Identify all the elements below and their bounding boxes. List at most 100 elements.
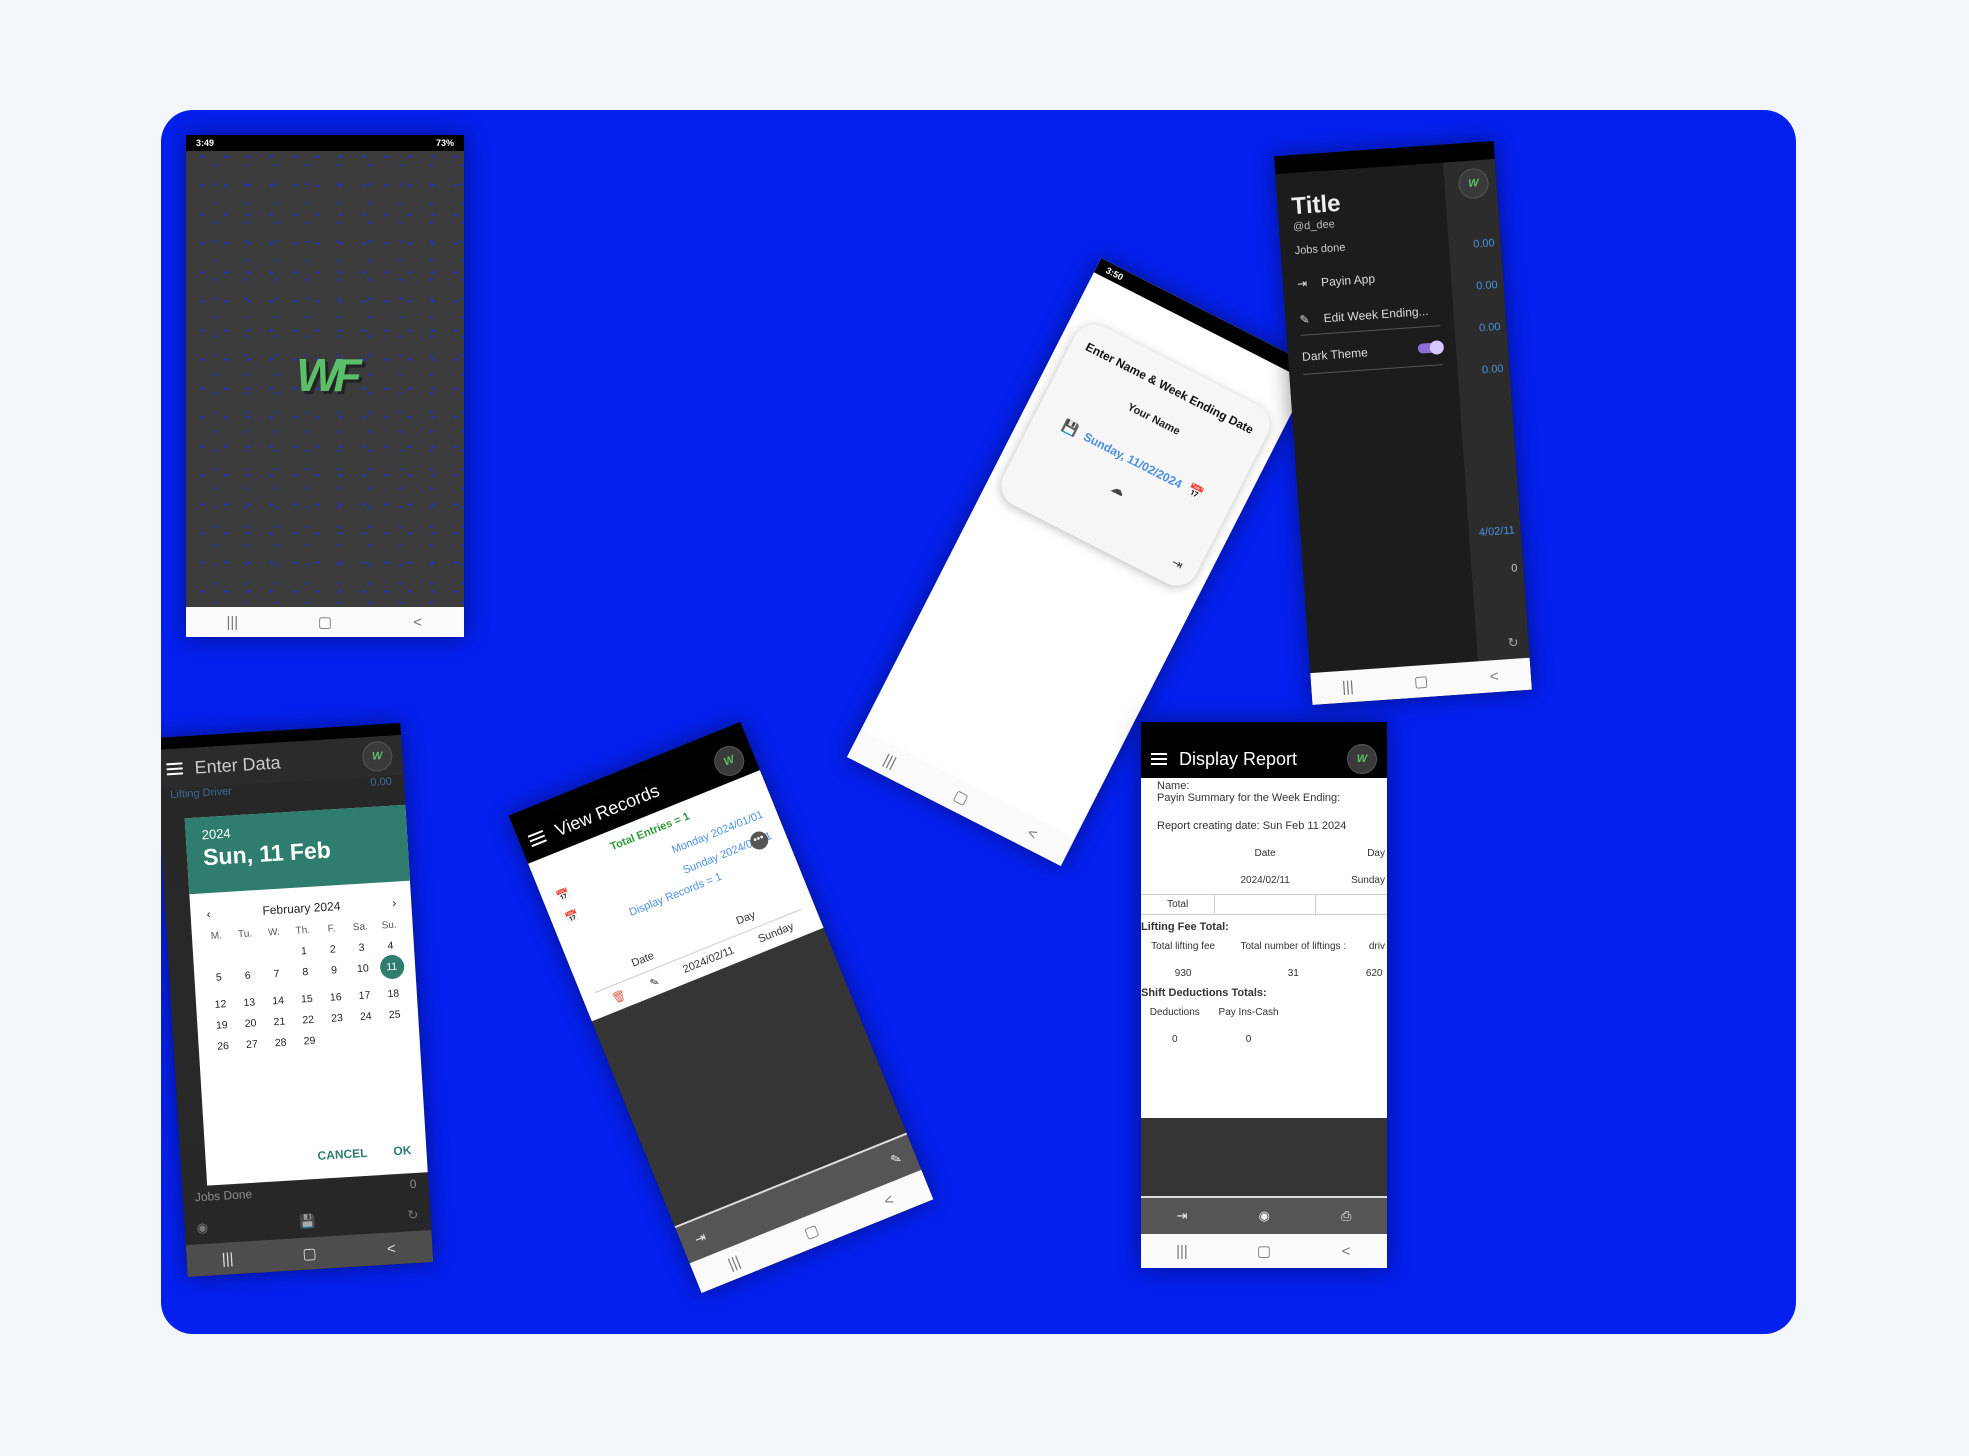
calendar-day[interactable]: 1 xyxy=(289,944,319,958)
home-button[interactable]: ▢ xyxy=(939,780,983,814)
calendar-day[interactable]: 10 xyxy=(348,962,378,982)
home-button[interactable]: ▢ xyxy=(1244,1242,1284,1260)
dark-theme-toggle[interactable] xyxy=(1417,339,1445,355)
report-creating-date: Report creating date: Sun Feb 11 2024 xyxy=(1157,820,1347,832)
row-day: Sunday xyxy=(1351,875,1385,886)
app-title: Display Report xyxy=(1179,748,1298,769)
calendar-day[interactable]: 29 xyxy=(295,1034,325,1048)
calendar-day[interactable]: 21 xyxy=(265,1015,295,1029)
menu-icon[interactable] xyxy=(166,762,184,776)
day-number: 15 xyxy=(300,992,314,1006)
print-icon[interactable]: ⎙ xyxy=(1341,1208,1351,1224)
back-button[interactable]: < xyxy=(1474,666,1515,686)
menu-icon[interactable] xyxy=(1151,753,1167,765)
shift-value: 0 xyxy=(1245,1034,1252,1045)
calendar-day[interactable]: 25 xyxy=(380,1008,410,1022)
recent-apps-button[interactable]: ||| xyxy=(1327,677,1368,697)
app-avatar[interactable]: W xyxy=(1457,167,1490,200)
enter-data-phone: Enter Data W Lifting Driver 0.00 Jobs Do… xyxy=(161,722,434,1278)
day-number: 20 xyxy=(244,1017,257,1031)
calendar-day[interactable]: 27 xyxy=(237,1038,267,1052)
calendar-day[interactable]: 14 xyxy=(263,994,293,1008)
jobs-done-label: Jobs done xyxy=(1294,241,1346,258)
calendar-day[interactable]: 23 xyxy=(322,1012,352,1026)
save-icon[interactable]: 💾 xyxy=(299,1213,316,1230)
drawer-item-edit-week-ending[interactable]: ✎ Edit Week Ending... xyxy=(1299,303,1441,336)
app-avatar[interactable]: W xyxy=(361,740,394,773)
back-button[interactable]: < xyxy=(371,1239,412,1258)
save-icon[interactable]: 💾 xyxy=(1059,418,1081,440)
back-button[interactable]: < xyxy=(398,614,438,631)
edit-icon[interactable]: ✎ xyxy=(648,975,661,991)
calendar-day[interactable]: 28 xyxy=(266,1036,296,1050)
calendar-day[interactable]: 9 xyxy=(319,964,349,984)
prev-month-icon[interactable]: ‹ xyxy=(206,907,211,921)
calendar-day[interactable]: 18 xyxy=(379,987,409,1001)
calendar-day[interactable]: 8 xyxy=(291,965,321,985)
calendar-day[interactable]: 7 xyxy=(262,967,292,987)
calendar-day[interactable]: 17 xyxy=(350,989,380,1003)
refresh-icon[interactable]: ↻ xyxy=(1507,634,1519,651)
back-button[interactable]: < xyxy=(867,1185,910,1216)
eye-icon[interactable]: ◉ xyxy=(196,1220,208,1237)
side-zero: 0 xyxy=(1510,562,1518,575)
app-avatar[interactable]: W xyxy=(1347,744,1377,774)
next-month-icon[interactable]: › xyxy=(392,896,397,910)
calendar-day[interactable]: 12 xyxy=(206,998,236,1012)
jobs-done-value: 0 xyxy=(409,1176,417,1192)
calendar-day[interactable]: 3 xyxy=(347,941,377,955)
calendar-day[interactable]: 13 xyxy=(235,996,265,1010)
calendar-day[interactable]: 19 xyxy=(207,1019,237,1033)
dark-theme-row[interactable]: Dark Theme xyxy=(1301,339,1445,375)
back-button[interactable]: < xyxy=(1011,817,1054,850)
drawer-item-payin-app[interactable]: ⇥ Payin App xyxy=(1297,267,1438,291)
calendar-day[interactable]: 11 xyxy=(377,954,407,980)
calendar-day[interactable]: 16 xyxy=(321,991,351,1005)
calendar-blank xyxy=(260,946,290,960)
login-icon[interactable]: ⇥ xyxy=(1177,1208,1188,1224)
logout-icon[interactable]: ⇥ xyxy=(1169,554,1186,573)
cancel-button[interactable]: CANCEL xyxy=(317,1146,368,1163)
calendar-day[interactable]: 20 xyxy=(236,1017,266,1031)
dark-theme-label: Dark Theme xyxy=(1301,345,1369,364)
day-number: 2 xyxy=(329,943,337,956)
shift-deductions-title: Shift Deductions Totals: xyxy=(1141,987,1267,999)
calendar-day[interactable]: 26 xyxy=(208,1040,238,1054)
ok-button[interactable]: OK xyxy=(393,1143,412,1158)
day-number: 24 xyxy=(359,1010,373,1023)
recent-apps-button[interactable]: ||| xyxy=(712,1247,755,1278)
home-button[interactable]: ▢ xyxy=(790,1216,834,1248)
calendar-day[interactable]: 2 xyxy=(318,943,348,957)
refresh-icon[interactable]: ↻ xyxy=(407,1207,419,1224)
recent-apps-button[interactable]: ||| xyxy=(1162,1243,1202,1260)
day-number: 3 xyxy=(358,941,365,954)
side-value: 0.00 xyxy=(1472,237,1496,251)
calendar-day[interactable]: 24 xyxy=(351,1010,381,1024)
back-button[interactable]: < xyxy=(1326,1243,1366,1260)
date-picker-header: 2024 Sun, 11 Feb xyxy=(184,804,411,895)
home-button[interactable]: ▢ xyxy=(305,613,345,631)
calendar-day[interactable]: 6 xyxy=(233,969,263,989)
menu-icon[interactable] xyxy=(527,829,547,848)
eye-icon[interactable]: ◉ xyxy=(1259,1208,1270,1224)
recent-apps-button[interactable]: ||| xyxy=(207,1249,248,1268)
home-button[interactable]: ▢ xyxy=(1400,671,1441,692)
lift-header: driv xyxy=(1368,941,1385,952)
recent-apps-button[interactable]: ||| xyxy=(868,744,911,777)
day-number: 27 xyxy=(245,1038,259,1051)
calendar-day[interactable]: 4 xyxy=(376,939,406,953)
edit-icon[interactable]: ✎ xyxy=(888,1150,904,1169)
calendar-day[interactable]: 15 xyxy=(292,992,322,1006)
row-day: Sunday xyxy=(756,920,796,946)
login-icon[interactable]: ⇥ xyxy=(692,1229,708,1248)
delete-icon[interactable]: 🗑 xyxy=(610,988,627,1005)
app-logo: WF xyxy=(281,345,371,405)
recent-apps-button[interactable]: ||| xyxy=(212,614,252,631)
day-number: 5 xyxy=(215,971,223,984)
calendar-day[interactable]: 5 xyxy=(204,971,234,991)
form-field-label: Lifting Driver xyxy=(169,785,233,802)
calendar-day[interactable]: 22 xyxy=(293,1013,323,1027)
calendar-icon[interactable]: 📅 xyxy=(1185,482,1206,504)
home-button[interactable]: ▢ xyxy=(289,1243,330,1263)
shift-header: Deductions xyxy=(1149,1007,1200,1018)
